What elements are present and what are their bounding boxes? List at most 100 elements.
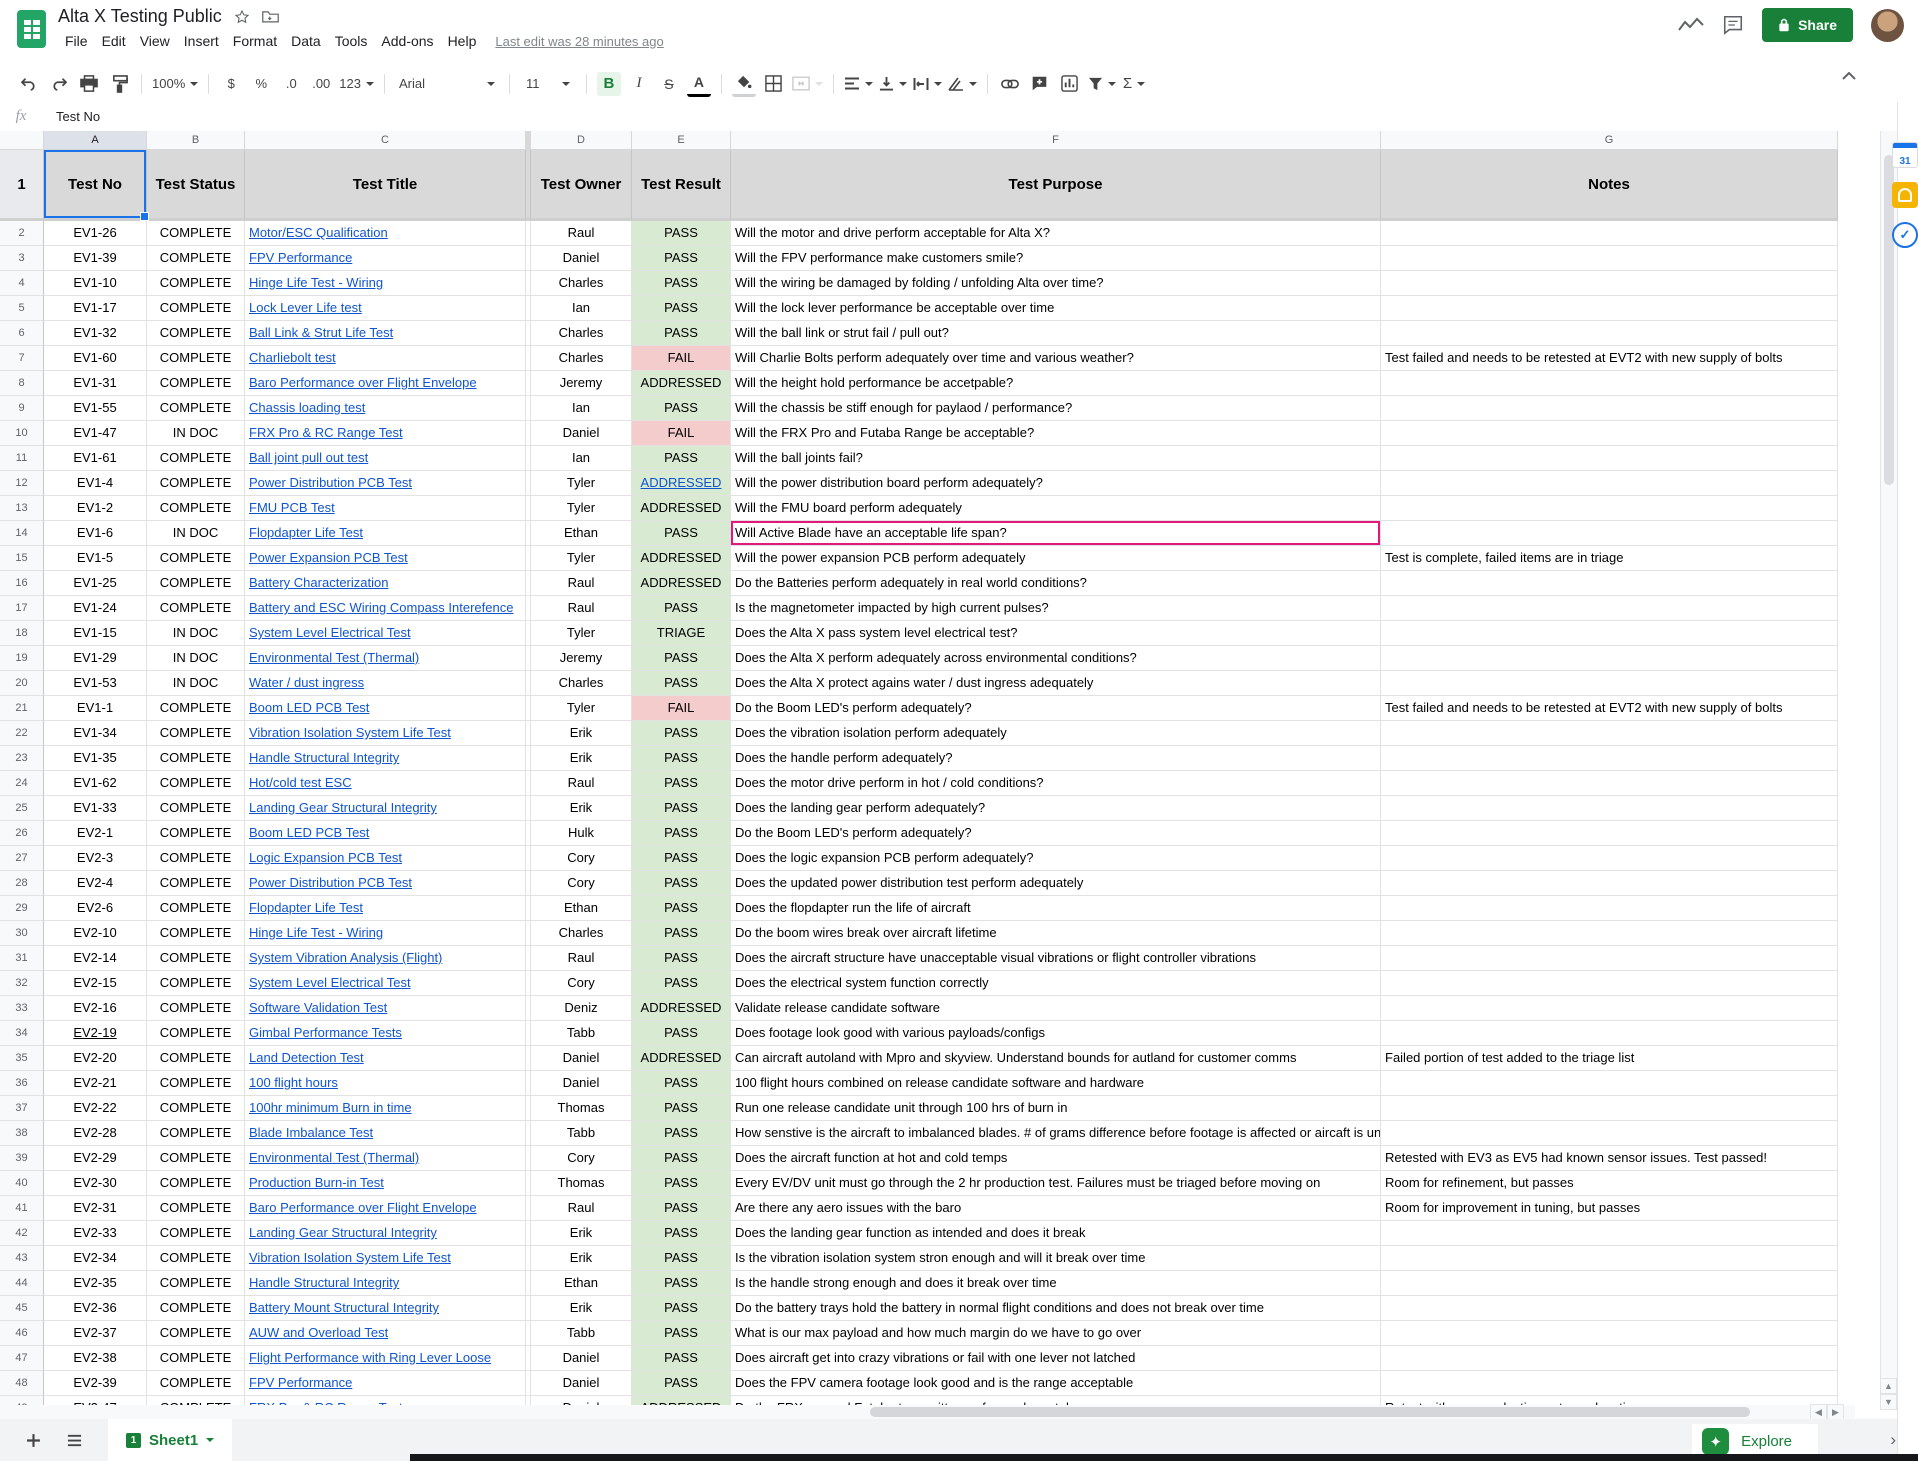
text-color-button[interactable]: A: [687, 70, 711, 97]
cell-test-purpose[interactable]: Does the Alta X perform adequately acros…: [731, 646, 1381, 671]
menu-file[interactable]: File: [58, 31, 95, 51]
test-title-link[interactable]: Motor/ESC Qualification: [249, 225, 388, 240]
cell-test-title[interactable]: Vibration Isolation System Life Test: [245, 1246, 526, 1271]
cell-test-owner[interactable]: Daniel: [531, 1371, 632, 1396]
cell-test-title[interactable]: Motor/ESC Qualification: [245, 221, 526, 246]
cell-test-purpose[interactable]: How senstive is the aircraft to imbalanc…: [731, 1121, 1381, 1146]
cell-test-result[interactable]: PASS: [632, 1321, 731, 1346]
cell-test-status[interactable]: COMPLETE: [147, 1396, 245, 1405]
cell-test-owner[interactable]: Tyler: [531, 621, 632, 646]
cell-test-purpose[interactable]: Does the motor drive perform in hot / co…: [731, 771, 1381, 796]
cell-notes[interactable]: [1381, 921, 1838, 946]
cell-test-purpose[interactable]: Will the lock lever performance be accep…: [731, 296, 1381, 321]
cell-test-title[interactable]: Battery and ESC Wiring Compass Interefen…: [245, 596, 526, 621]
cell-test-purpose[interactable]: Will the power expansion PCB perform ade…: [731, 546, 1381, 571]
test-title-link[interactable]: Power Expansion PCB Test: [249, 550, 408, 565]
cell-test-owner[interactable]: Deniz: [531, 996, 632, 1021]
cell-test-owner[interactable]: Daniel: [531, 1396, 632, 1405]
cell-notes[interactable]: [1381, 1321, 1838, 1346]
increase-decimals-button[interactable]: .00: [309, 72, 333, 96]
cell-test-status[interactable]: COMPLETE: [147, 321, 245, 346]
cell-test-purpose[interactable]: What is our max payload and how much mar…: [731, 1321, 1381, 1346]
cell-test-purpose[interactable]: Does the FPV camera footage look good an…: [731, 1371, 1381, 1396]
cell-test-result[interactable]: ADDRESSED: [632, 471, 731, 496]
cell-notes[interactable]: [1381, 471, 1838, 496]
header-cell-test-purpose[interactable]: Test Purpose: [731, 150, 1381, 221]
cell-test-no[interactable]: EV1-34: [44, 721, 147, 746]
cell-test-owner[interactable]: Cory: [531, 846, 632, 871]
fill-color-button[interactable]: [732, 70, 756, 97]
cell-test-status[interactable]: COMPLETE: [147, 446, 245, 471]
cell-test-status[interactable]: COMPLETE: [147, 496, 245, 521]
cell-notes[interactable]: Test failed and needs to be retested at …: [1381, 346, 1838, 371]
cell-test-purpose[interactable]: Does the landing gear function as intend…: [731, 1221, 1381, 1246]
cell-test-purpose[interactable]: Will the power distribution board perfor…: [731, 471, 1381, 496]
test-title-link[interactable]: 100 flight hours: [249, 1075, 338, 1090]
row-header-18[interactable]: 18: [0, 621, 44, 646]
cell-notes[interactable]: [1381, 1021, 1838, 1046]
cell-notes[interactable]: Test failed and needs to be retested at …: [1381, 696, 1838, 721]
cell-notes[interactable]: [1381, 1371, 1838, 1396]
cell-test-purpose[interactable]: Will the FMU board perform adequately: [731, 496, 1381, 521]
row-header-32[interactable]: 32: [0, 971, 44, 996]
cell-test-result[interactable]: ADDRESSED: [632, 546, 731, 571]
cell-test-no[interactable]: EV1-6: [44, 521, 147, 546]
row-header-6[interactable]: 6: [0, 321, 44, 346]
cell-test-owner[interactable]: Erik: [531, 746, 632, 771]
cell-test-owner[interactable]: Erik: [531, 796, 632, 821]
cell-test-no[interactable]: EV2-35: [44, 1271, 147, 1296]
vertical-scrollbar[interactable]: [1880, 131, 1897, 1378]
cell-test-result[interactable]: PASS: [632, 946, 731, 971]
cell-test-status[interactable]: COMPLETE: [147, 1196, 245, 1221]
horizontal-align-button[interactable]: [844, 72, 873, 96]
test-title-link[interactable]: Hinge Life Test - Wiring: [249, 275, 383, 290]
sheet-tab-sheet1[interactable]: 1 Sheet1: [108, 1419, 232, 1461]
cell-test-owner[interactable]: Charles: [531, 671, 632, 696]
cell-test-no[interactable]: EV1-62: [44, 771, 147, 796]
row-header-33[interactable]: 33: [0, 996, 44, 1021]
cell-notes[interactable]: [1381, 771, 1838, 796]
print-icon[interactable]: [77, 72, 101, 96]
cell-test-owner[interactable]: Erik: [531, 1246, 632, 1271]
row-header-14[interactable]: 14: [0, 521, 44, 546]
cell-test-purpose[interactable]: Will the ball joints fail?: [731, 446, 1381, 471]
test-title-link[interactable]: System Level Electrical Test: [249, 625, 411, 640]
cell-notes[interactable]: Failed portion of test added to the tria…: [1381, 1046, 1838, 1071]
cell-test-no[interactable]: EV1-47: [44, 421, 147, 446]
cell-test-purpose[interactable]: Will the wiring be damaged by folding / …: [731, 271, 1381, 296]
row-header-36[interactable]: 36: [0, 1071, 44, 1096]
cell-notes[interactable]: [1381, 746, 1838, 771]
test-title-link[interactable]: Battery and ESC Wiring Compass Interefen…: [249, 600, 513, 615]
add-sheet-icon[interactable]: [26, 1433, 41, 1448]
cell-test-title[interactable]: Handle Structural Integrity: [245, 1271, 526, 1296]
cell-test-purpose[interactable]: Run one release candidate unit through 1…: [731, 1096, 1381, 1121]
cell-test-purpose[interactable]: Do the Boom LED's perform adequately?: [731, 821, 1381, 846]
cell-notes[interactable]: [1381, 621, 1838, 646]
cell-test-title[interactable]: FRX Pro & RC Range Test: [245, 421, 526, 446]
version-history-sparkline-icon[interactable]: [1678, 17, 1704, 33]
row-header-47[interactable]: 47: [0, 1346, 44, 1371]
cell-test-owner[interactable]: Ethan: [531, 521, 632, 546]
row-header-13[interactable]: 13: [0, 496, 44, 521]
row-header-43[interactable]: 43: [0, 1246, 44, 1271]
cell-test-title[interactable]: 100hr minimum Burn in time: [245, 1096, 526, 1121]
cell-test-result[interactable]: PASS: [632, 1346, 731, 1371]
cell-test-no[interactable]: EV2-34: [44, 1246, 147, 1271]
cell-test-no[interactable]: EV2-39: [44, 1371, 147, 1396]
cell-test-no[interactable]: EV1-26: [44, 221, 147, 246]
test-title-link[interactable]: System Level Electrical Test: [249, 975, 411, 990]
cell-test-no[interactable]: EV2-16: [44, 996, 147, 1021]
cell-test-purpose[interactable]: Will the height hold performance be acce…: [731, 371, 1381, 396]
cell-notes[interactable]: [1381, 971, 1838, 996]
row-header-23[interactable]: 23: [0, 746, 44, 771]
cell-test-purpose[interactable]: Is the handle strong enough and does it …: [731, 1271, 1381, 1296]
cell-test-title[interactable]: Software Validation Test: [245, 996, 526, 1021]
row-header-19[interactable]: 19: [0, 646, 44, 671]
cell-test-owner[interactable]: Tabb: [531, 1321, 632, 1346]
row-header-15[interactable]: 15: [0, 546, 44, 571]
test-title-link[interactable]: Power Distribution PCB Test: [249, 475, 412, 490]
formula-bar[interactable]: fx Test No: [0, 102, 1897, 132]
cell-test-title[interactable]: FPV Performance: [245, 246, 526, 271]
test-title-link[interactable]: Hot/cold test ESC: [249, 775, 352, 790]
menu-insert[interactable]: Insert: [177, 31, 226, 51]
